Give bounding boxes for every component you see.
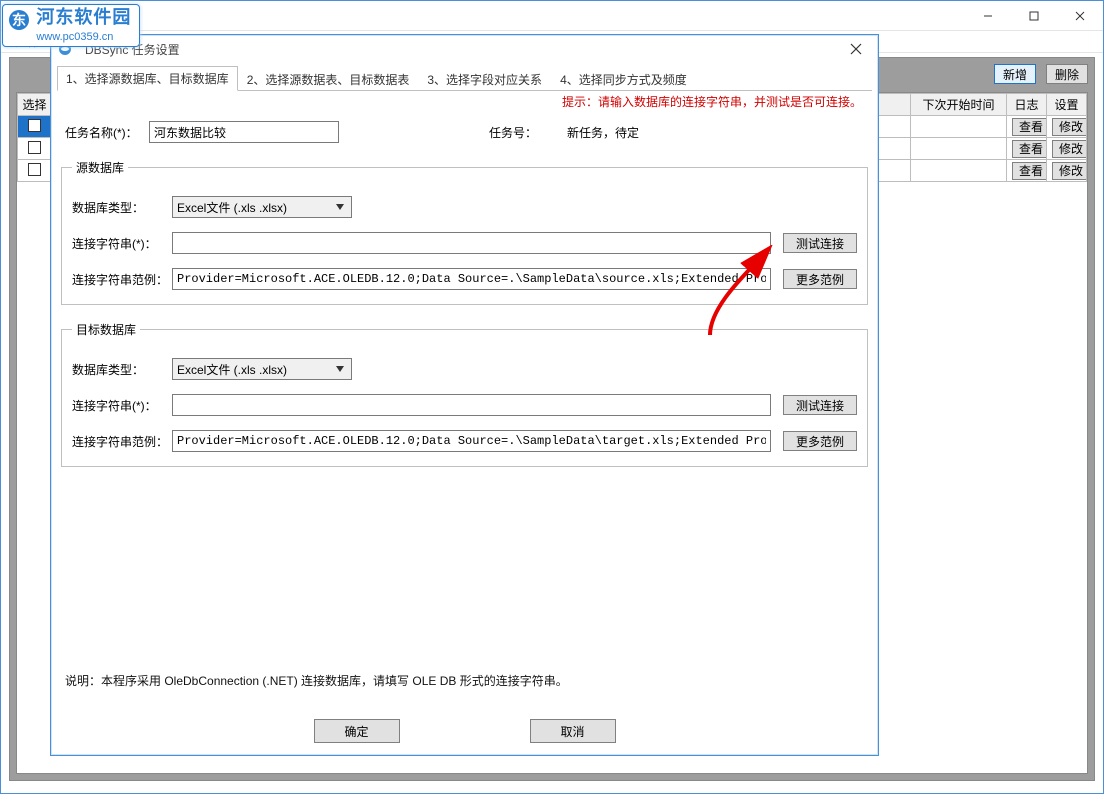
target-db-legend: 目标数据库: [72, 321, 140, 338]
source-db-type-select[interactable]: Excel文件 (.xls .xlsx): [172, 196, 352, 218]
target-db-type-label: 数据库类型：: [72, 361, 172, 378]
dialog-footer: 确定 取消: [51, 719, 878, 743]
cancel-button[interactable]: 取消: [530, 719, 616, 743]
target-conn-str-label: 连接字符串(*)：: [72, 397, 172, 414]
dialog-titlebar: DBSync 任务设置: [51, 35, 878, 63]
chevron-down-icon: [333, 362, 347, 376]
target-db-type-select[interactable]: Excel文件 (.xls .xlsx): [172, 358, 352, 380]
source-conn-example-input[interactable]: [172, 268, 771, 290]
delete-button[interactable]: 删除: [1046, 64, 1088, 84]
modify-row-button[interactable]: 修改: [1052, 118, 1087, 136]
tab-step4[interactable]: 4、选择同步方式及频度: [551, 67, 696, 91]
dialog-close-button[interactable]: [842, 39, 870, 59]
watermark-icon: 东: [9, 10, 29, 30]
minimize-button[interactable]: [965, 1, 1011, 31]
source-more-examples-button[interactable]: 更多范例: [783, 269, 857, 289]
modify-row-button[interactable]: 修改: [1052, 140, 1087, 158]
col-log: 日志: [1007, 94, 1047, 116]
target-test-conn-button[interactable]: 测试连接: [783, 395, 857, 415]
task-no-value: 新任务，待定: [567, 124, 639, 141]
watermark-title: 河东软件园: [36, 7, 131, 27]
view-log-button[interactable]: 查看: [1012, 118, 1047, 136]
source-db-type-label: 数据库类型：: [72, 199, 172, 216]
footer-note: 说明：本程序采用 OleDbConnection (.NET) 连接数据库，请填…: [65, 672, 864, 689]
source-db-legend: 源数据库: [72, 159, 128, 176]
chevron-down-icon: [333, 200, 347, 214]
col-settings: 设置: [1047, 94, 1087, 116]
source-conn-example-label: 连接字符串范例：: [72, 271, 172, 288]
view-log-button[interactable]: 查看: [1012, 162, 1047, 180]
watermark-url: www.pc0359.cn: [36, 31, 113, 43]
modify-row-button[interactable]: 修改: [1052, 162, 1087, 180]
add-button[interactable]: 新增: [994, 64, 1036, 84]
source-conn-str-input[interactable]: [172, 232, 771, 254]
ok-button[interactable]: 确定: [314, 719, 400, 743]
target-db-group: 目标数据库 数据库类型： Excel文件 (.xls .xlsx) 连接字符串(…: [61, 321, 868, 467]
row-checkbox[interactable]: [28, 119, 41, 132]
view-log-button[interactable]: 查看: [1012, 140, 1047, 158]
task-name-input[interactable]: [149, 121, 339, 143]
task-no-label: 任务号：: [489, 124, 537, 141]
task-settings-dialog: DBSync 任务设置 1、选择源数据库、目标数据库 2、选择源数据表、目标数据…: [50, 34, 879, 756]
main-titlebar: DBSync V1.1: [1, 1, 1103, 31]
source-db-type-value: Excel文件 (.xls .xlsx): [177, 199, 287, 216]
source-conn-str-label: 连接字符串(*)：: [72, 235, 172, 252]
dialog-content: 提示：请输入数据库的连接字符串，并测试是否可连接。 任务名称(*)： 任务号： …: [59, 93, 870, 695]
col-select: 选择: [18, 94, 52, 116]
target-more-examples-button[interactable]: 更多范例: [783, 431, 857, 451]
source-db-group: 源数据库 数据库类型： Excel文件 (.xls .xlsx) 连接字符串(*…: [61, 159, 868, 305]
maximize-button[interactable]: [1011, 1, 1057, 31]
target-conn-str-input[interactable]: [172, 394, 771, 416]
tab-step3[interactable]: 3、选择字段对应关系: [418, 67, 551, 91]
tabstrip: 1、选择源数据库、目标数据库 2、选择源数据表、目标数据表 3、选择字段对应关系…: [57, 67, 872, 91]
tab-step2[interactable]: 2、选择源数据表、目标数据表: [238, 67, 419, 91]
site-watermark: 东 河东软件园 www.pc0359.cn: [2, 4, 140, 47]
target-db-type-value: Excel文件 (.xls .xlsx): [177, 361, 287, 378]
row-checkbox[interactable]: [28, 141, 41, 154]
target-conn-example-label: 连接字符串范例：: [72, 433, 172, 450]
task-name-label: 任务名称(*)：: [59, 124, 149, 141]
row-checkbox[interactable]: [28, 163, 41, 176]
col-next-start: 下次开始时间: [911, 94, 1007, 116]
source-test-conn-button[interactable]: 测试连接: [783, 233, 857, 253]
hint-text: 提示：请输入数据库的连接字符串，并测试是否可连接。: [59, 93, 870, 111]
close-button[interactable]: [1057, 1, 1103, 31]
target-conn-example-input[interactable]: [172, 430, 771, 452]
tab-step1[interactable]: 1、选择源数据库、目标数据库: [57, 66, 238, 91]
